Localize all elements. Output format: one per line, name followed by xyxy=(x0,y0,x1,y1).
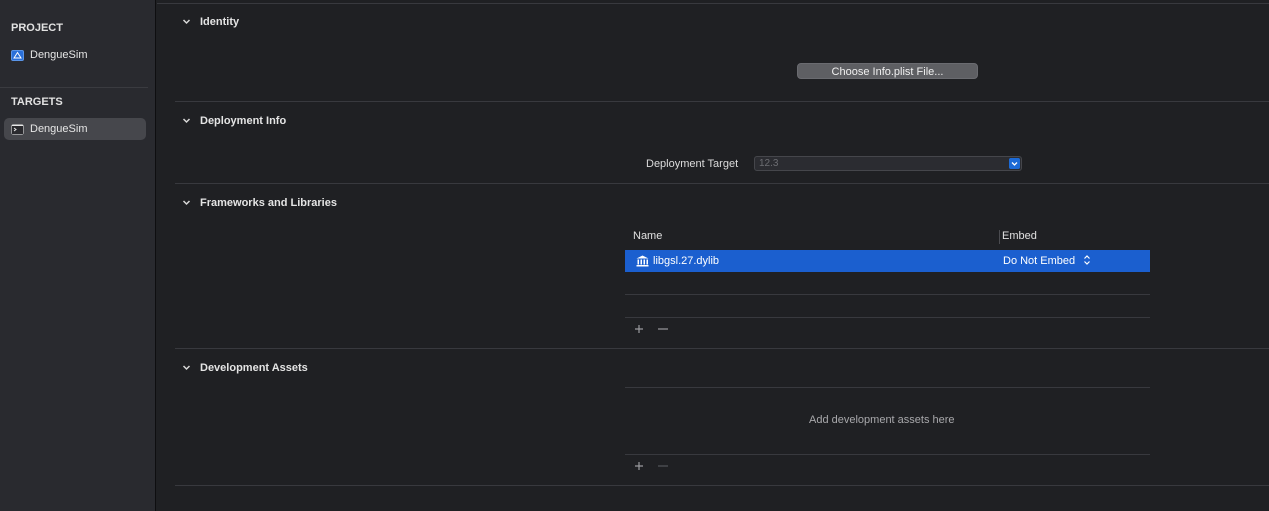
deployment-target-label: Deployment Target xyxy=(646,158,739,170)
sidebar-item-target[interactable]: DengueSim xyxy=(4,118,146,140)
divider xyxy=(157,3,1269,4)
add-icon[interactable] xyxy=(634,461,644,471)
remove-icon[interactable] xyxy=(658,324,668,334)
column-header-embed[interactable]: Embed xyxy=(1002,230,1037,242)
row-divider xyxy=(625,387,1150,388)
editor-area: Identity Choose Info.plist File... Deplo… xyxy=(157,0,1269,511)
deployment-target-select[interactable]: 12.3 xyxy=(754,156,1022,171)
divider xyxy=(175,485,1269,486)
chevron-down-icon xyxy=(1009,158,1020,169)
section-deployment-title[interactable]: Deployment Info xyxy=(200,115,286,127)
divider xyxy=(175,101,1269,102)
chevron-up-down-icon[interactable] xyxy=(1083,254,1091,266)
column-header-name[interactable]: Name xyxy=(633,230,662,242)
sidebar-item-label: DengueSim xyxy=(30,123,88,135)
row-divider xyxy=(625,317,1150,318)
row-divider xyxy=(625,294,1150,295)
chevron-down-icon[interactable] xyxy=(182,363,191,372)
targets-heading: TARGETS xyxy=(11,96,63,108)
embed-popup[interactable]: Do Not Embed xyxy=(1003,255,1075,267)
chevron-down-icon[interactable] xyxy=(182,198,191,207)
section-identity-title[interactable]: Identity xyxy=(200,16,239,28)
sidebar: PROJECT DengueSim TARGETS DengueSim xyxy=(0,0,156,511)
deployment-target-value: 12.3 xyxy=(759,158,779,169)
table-row[interactable]: libgsl.27.dylib Do Not Embed xyxy=(625,250,1150,272)
project-file-icon xyxy=(11,49,24,61)
sidebar-item-project[interactable]: DengueSim xyxy=(4,44,146,66)
section-frameworks-title[interactable]: Frameworks and Libraries xyxy=(200,197,337,209)
library-name: libgsl.27.dylib xyxy=(653,255,720,267)
library-icon xyxy=(636,255,649,267)
section-assets-title[interactable]: Development Assets xyxy=(200,362,308,374)
sidebar-divider xyxy=(0,87,148,88)
column-separator xyxy=(999,230,1000,244)
chevron-down-icon[interactable] xyxy=(182,116,191,125)
remove-icon xyxy=(658,465,668,467)
divider xyxy=(175,183,1269,184)
choose-info-plist-button[interactable]: Choose Info.plist File... xyxy=(797,63,978,79)
sidebar-item-label: DengueSim xyxy=(30,49,88,61)
assets-empty-text: Add development assets here xyxy=(809,414,955,426)
project-heading: PROJECT xyxy=(11,22,63,34)
row-divider xyxy=(625,454,1150,455)
add-icon[interactable] xyxy=(634,324,644,334)
chevron-down-icon[interactable] xyxy=(182,17,191,26)
terminal-icon xyxy=(11,124,24,134)
divider xyxy=(175,348,1269,349)
